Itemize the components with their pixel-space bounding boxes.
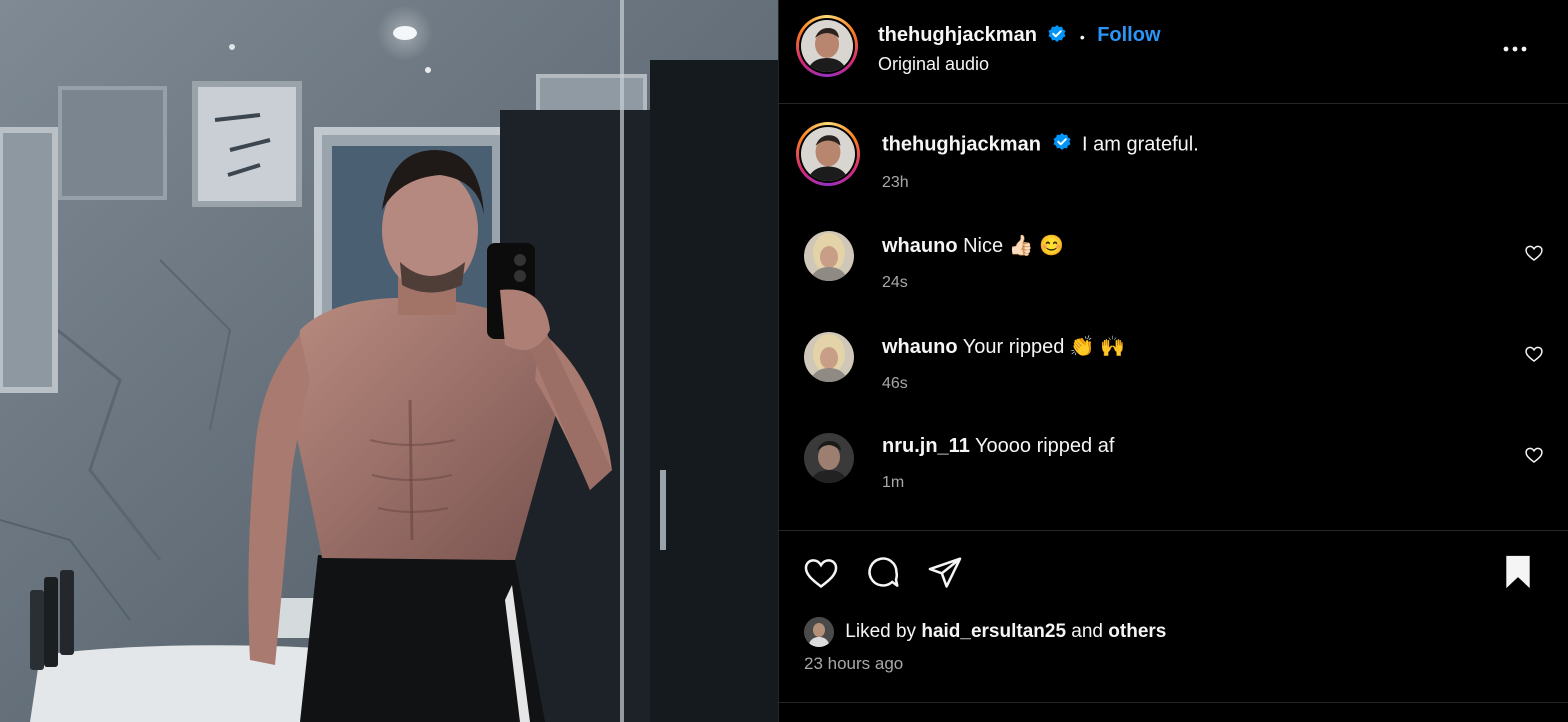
liked-by-username[interactable]: haid_ersultan25: [921, 621, 1066, 642]
caption-time[interactable]: 23h: [882, 174, 1199, 192]
commenter-avatar-image: [804, 332, 854, 382]
author-username[interactable]: thehughjackman: [878, 24, 1037, 46]
panel-divider: [778, 0, 779, 722]
author-avatar-image: [801, 20, 853, 72]
comment-time[interactable]: 24s: [882, 274, 1064, 292]
liked-by-avatar[interactable]: [804, 617, 834, 647]
commenter-avatar[interactable]: [804, 332, 854, 382]
post-image: [0, 0, 778, 722]
like-comment-heart-icon[interactable]: [1524, 445, 1544, 470]
commenter-avatar-image: [804, 231, 854, 281]
liked-by-connector: and: [1071, 621, 1103, 643]
commenter-username[interactable]: nru.jn_11: [882, 435, 970, 457]
liked-by-prefix: Liked by: [845, 621, 917, 643]
post-header: thehughjackman • Follow Original audio: [778, 0, 1568, 104]
follow-button[interactable]: Follow: [1097, 24, 1160, 46]
comment-text: Your ripped 👏 🙌: [962, 336, 1126, 358]
post-media[interactable]: [0, 0, 778, 722]
comment-time[interactable]: 46s: [882, 375, 1125, 393]
commenter-avatar-image: [804, 433, 854, 483]
caption-text: I am grateful.: [1082, 133, 1199, 156]
commenter-username[interactable]: whauno: [882, 235, 958, 257]
liked-by-others[interactable]: others: [1108, 621, 1166, 642]
bookmark-icon[interactable]: [1500, 553, 1536, 596]
like-comment-heart-icon[interactable]: [1524, 243, 1544, 268]
liked-by-text: Liked by haid_ersultan25 and others: [804, 617, 1166, 647]
more-options-icon[interactable]: [1502, 36, 1528, 67]
caption-username[interactable]: thehughjackman: [882, 133, 1041, 155]
separator-dot: •: [1079, 28, 1085, 45]
verified-badge-icon: [1047, 24, 1067, 49]
like-heart-icon[interactable]: [802, 554, 840, 597]
post-details-panel: thehughjackman • Follow Original audio t…: [778, 0, 1568, 722]
share-icon[interactable]: [926, 554, 964, 597]
bottom-divider: [778, 702, 1568, 703]
caption-author-avatar-image: [801, 127, 855, 181]
verified-badge-icon: [1052, 132, 1072, 158]
commenter-username[interactable]: whauno: [882, 336, 958, 358]
comment-text: Yoooo ripped af: [975, 435, 1115, 457]
commenter-avatar[interactable]: [804, 231, 854, 281]
like-comment-heart-icon[interactable]: [1524, 344, 1544, 369]
actions-divider: [778, 530, 1568, 531]
comment-icon[interactable]: [864, 554, 902, 597]
author-avatar[interactable]: [796, 15, 858, 77]
commenter-avatar[interactable]: [804, 433, 854, 483]
post-timestamp[interactable]: 23 hours ago: [804, 654, 903, 674]
comment-time[interactable]: 1m: [882, 474, 1114, 492]
comment-text: Nice 👍🏻 😊: [963, 235, 1065, 257]
caption-author-avatar[interactable]: [796, 122, 860, 186]
audio-label[interactable]: Original audio: [878, 54, 989, 75]
